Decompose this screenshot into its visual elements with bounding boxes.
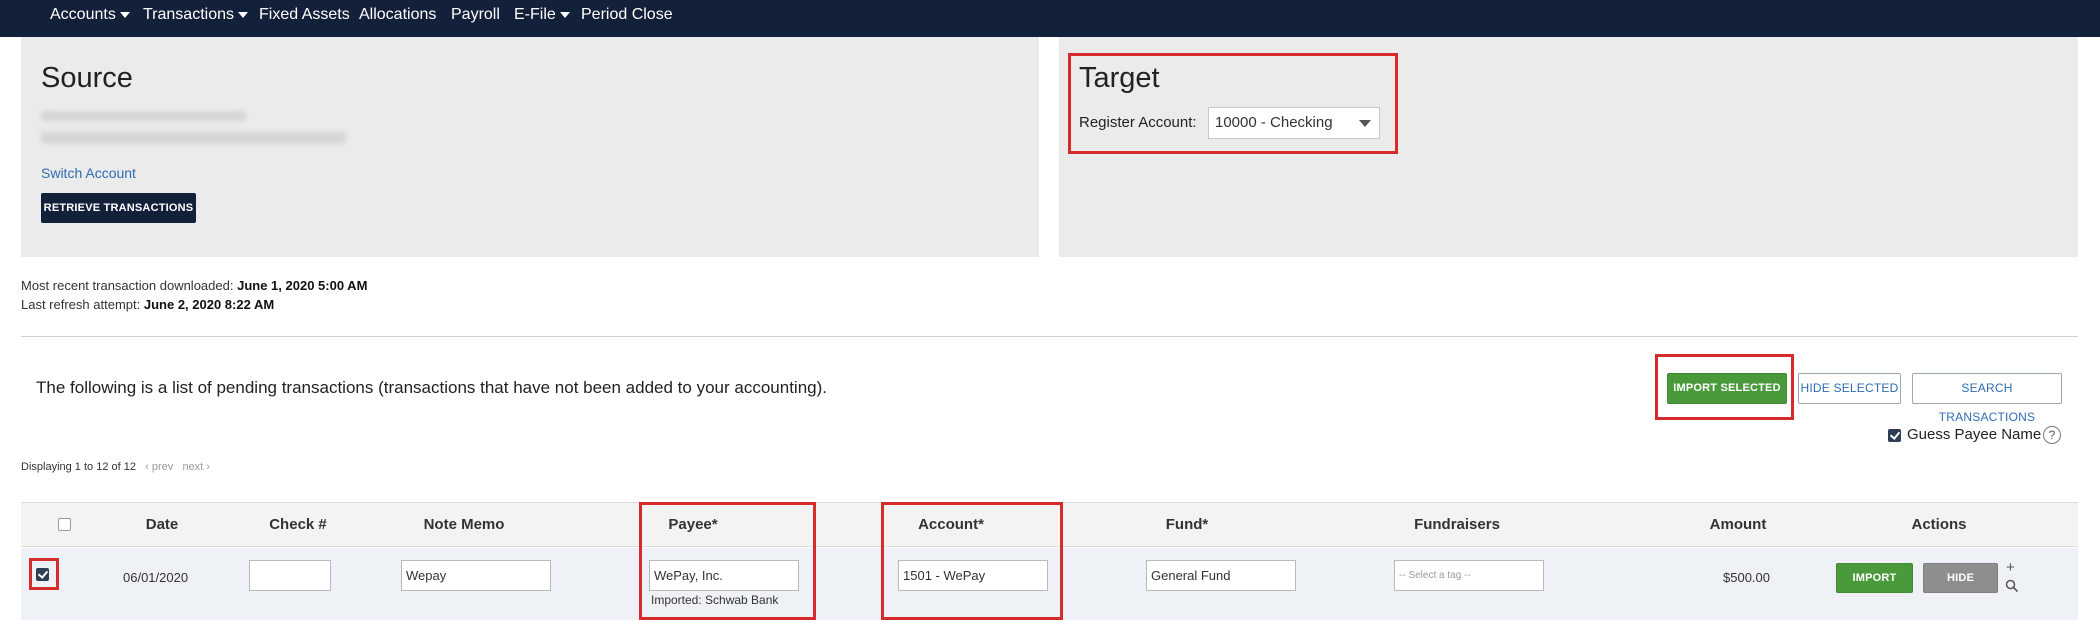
nav-accounts[interactable]: Accounts: [50, 5, 130, 25]
nav-transactions[interactable]: Transactions: [143, 5, 248, 25]
redacted-account-name: [41, 111, 246, 121]
nav-efile[interactable]: E-File: [514, 5, 570, 25]
next-link[interactable]: next ›: [182, 461, 210, 473]
guess-payee-checkbox[interactable]: [1888, 429, 1901, 442]
payee-input[interactable]: WePay, Inc.: [649, 560, 799, 591]
register-account-select[interactable]: 10000 - Checking: [1208, 107, 1380, 139]
note-memo-input[interactable]: Wepay: [401, 560, 551, 591]
col-fund: Fund*: [1165, 516, 1209, 533]
nav-fixed-assets[interactable]: Fixed Assets: [259, 5, 350, 25]
import-button[interactable]: IMPORT: [1836, 563, 1913, 593]
chevron-down-icon: [1359, 120, 1371, 127]
nav-period-close[interactable]: Period Close: [581, 5, 673, 25]
guess-payee-label: Guess Payee Name: [1907, 426, 2042, 443]
help-icon[interactable]: ?: [2043, 426, 2061, 444]
redacted-account-details: [41, 132, 346, 144]
nav-payroll[interactable]: Payroll: [451, 5, 500, 25]
top-nav: Accounts Transactions Fixed Assets Alloc…: [0, 0, 2100, 37]
pending-description: The following is a list of pending trans…: [36, 378, 827, 397]
table-row: 06/01/2020 Wepay WePay, Inc. Imported: S…: [21, 548, 2078, 620]
paging-info: Displaying 1 to 12 of 12 ‹ prev next ›: [21, 461, 210, 473]
search-transactions-button[interactable]: SEARCH TRANSACTIONS: [1912, 373, 2062, 424]
account-input[interactable]: 1501 - WePay: [898, 560, 1048, 591]
last-refresh: Last refresh attempt: June 2, 2020 8:22 …: [21, 297, 275, 312]
import-selected-button[interactable]: IMPORT SELECTED: [1667, 373, 1787, 404]
search-icon[interactable]: [2005, 579, 2019, 593]
switch-account-link[interactable]: Switch Account: [41, 165, 136, 181]
table-header: Date Check # Note Memo Payee* Account* F…: [21, 502, 2078, 547]
source-title: Source: [41, 62, 133, 94]
chevron-down-icon: [559, 11, 570, 18]
col-actions: Actions: [1911, 516, 1967, 533]
chevron-down-icon: [238, 11, 248, 18]
row-amount: $500.00: [1723, 570, 1770, 585]
check-number-input[interactable]: [249, 560, 331, 591]
divider: [21, 336, 2078, 337]
register-account-label: Register Account:: [1079, 114, 1197, 131]
source-panel: Source Switch Account RETRIEVE TRANSACTI…: [21, 37, 1039, 257]
retrieve-transactions-button[interactable]: RETRIEVE TRANSACTIONS: [41, 193, 196, 223]
fundraisers-tag-input[interactable]: -- Select a tag --: [1394, 560, 1544, 591]
col-amount: Amount: [1709, 516, 1767, 533]
row-date: 06/01/2020: [123, 570, 189, 585]
col-payee: Payee*: [668, 516, 718, 533]
col-fundraisers: Fundraisers: [1414, 516, 1500, 533]
hide-button[interactable]: HIDE: [1923, 563, 1998, 593]
payee-imported-note: Imported: Schwab Bank: [651, 593, 779, 607]
select-all-checkbox[interactable]: [58, 518, 71, 531]
fund-input[interactable]: General Fund: [1146, 560, 1296, 591]
prev-link[interactable]: ‹ prev: [145, 461, 173, 473]
most-recent-download: Most recent transaction downloaded: June…: [21, 278, 368, 293]
plus-icon[interactable]: +: [2006, 560, 2015, 575]
target-panel: Target Register Account: 10000 - Checkin…: [1059, 37, 2078, 257]
col-date: Date: [145, 516, 179, 533]
col-check: Check #: [269, 516, 327, 533]
nav-allocations[interactable]: Allocations: [359, 5, 436, 25]
col-note-memo: Note Memo: [423, 516, 505, 533]
target-title: Target: [1079, 62, 1160, 94]
row-select-checkbox[interactable]: [36, 568, 49, 581]
col-account: Account*: [918, 516, 984, 533]
chevron-down-icon: [119, 11, 130, 18]
hide-selected-button[interactable]: HIDE SELECTED: [1798, 373, 1901, 404]
